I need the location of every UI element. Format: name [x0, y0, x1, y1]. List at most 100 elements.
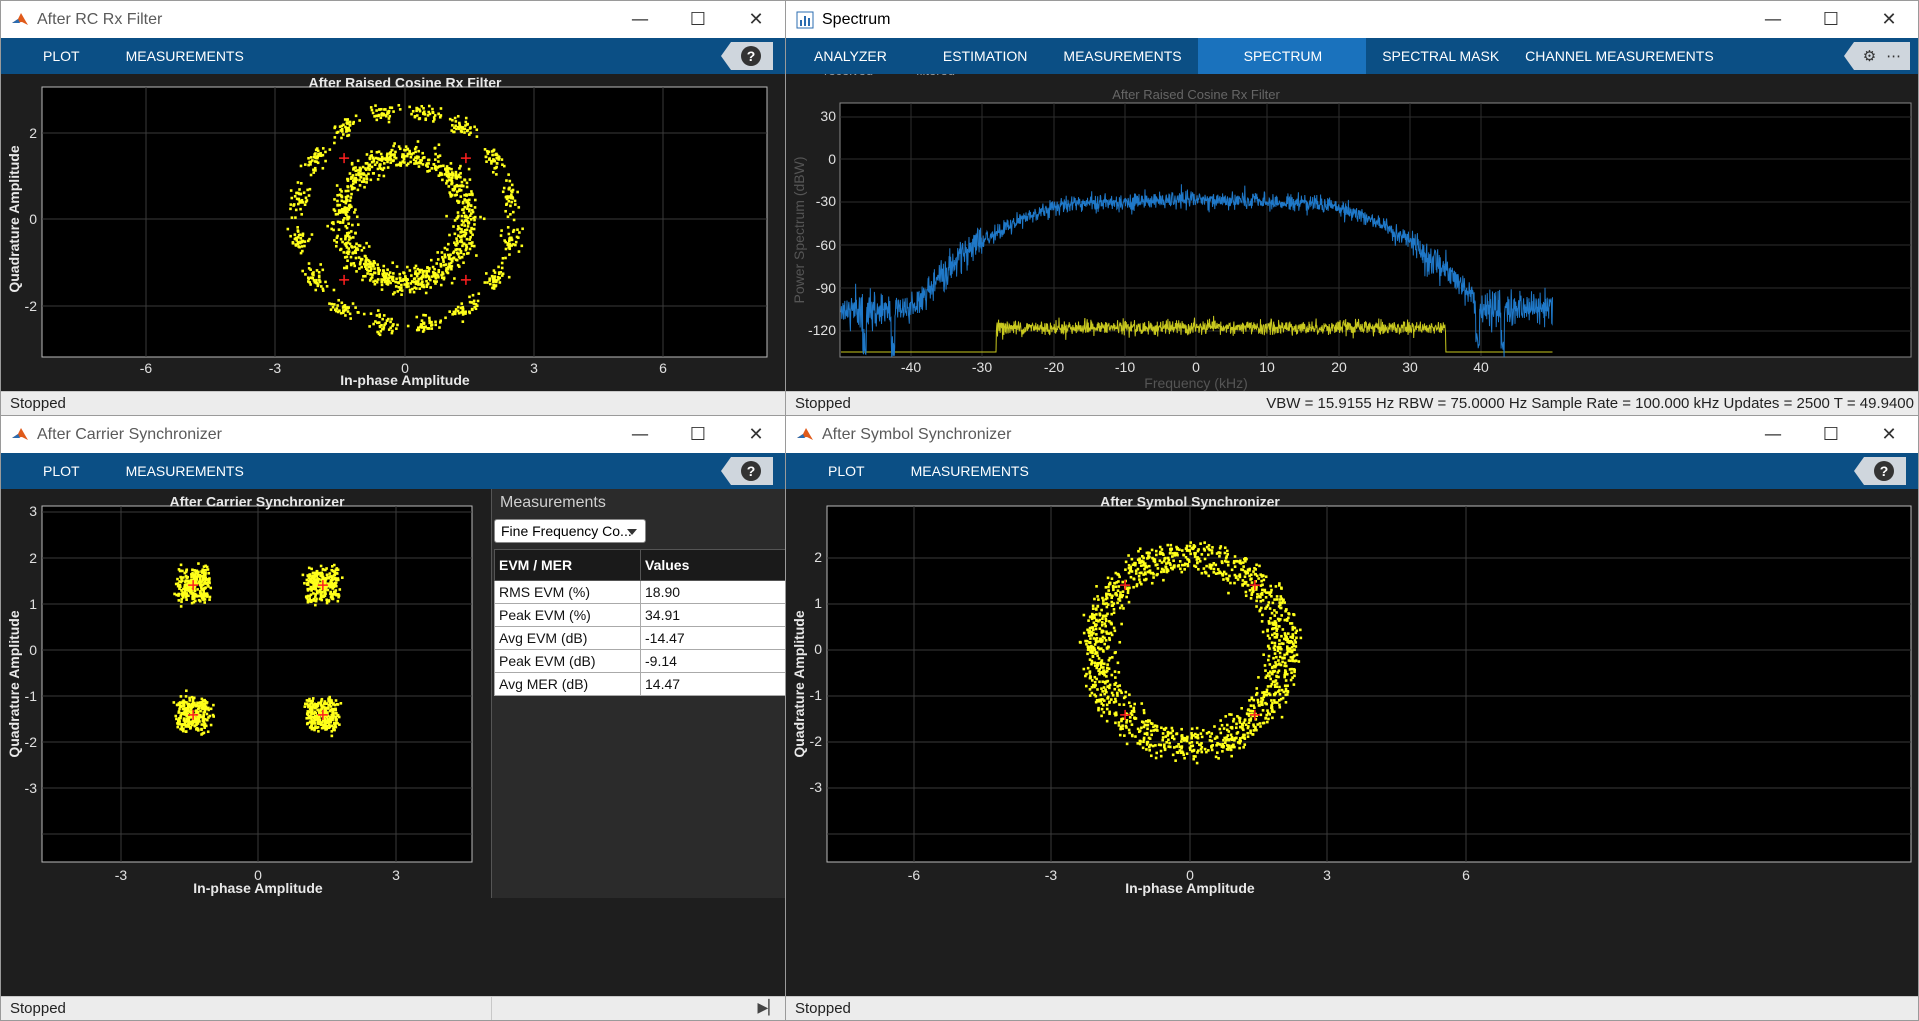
constellation-point [346, 310, 350, 313]
constellation-point [1266, 604, 1270, 607]
tab-measurements[interactable]: MEASUREMENTS [1047, 38, 1197, 74]
constellation-point [1212, 567, 1216, 571]
constellation-point [1165, 562, 1168, 565]
close-icon[interactable]: ✕ [1860, 416, 1918, 453]
legend-filtered[interactable]: filtered [916, 74, 955, 78]
titlebar[interactable]: After Symbol Synchronizer — ☐ ✕ [786, 416, 1918, 453]
settings-button[interactable]: ⚙ ⋯ [1844, 42, 1910, 70]
constellation-point [1116, 691, 1119, 695]
constellation-point [461, 320, 465, 323]
minimize-icon[interactable]: — [1744, 416, 1802, 453]
tab-estimation[interactable]: ESTIMATION [927, 38, 1048, 74]
minimize-icon[interactable]: — [611, 416, 669, 453]
minimize-icon[interactable]: — [1744, 1, 1802, 38]
constellation-point [338, 309, 341, 313]
constellation-point [293, 195, 297, 198]
constellation-point [297, 198, 300, 201]
constellation-point [512, 218, 516, 222]
titlebar[interactable]: After Carrier Synchronizer — ☐ ✕ [1, 416, 785, 453]
constellation-point [325, 727, 329, 731]
constellation-point [450, 129, 454, 132]
constellation-point [184, 595, 188, 599]
maximize-icon[interactable]: ☐ [669, 1, 727, 38]
constellation-point [1268, 593, 1272, 596]
titlebar[interactable]: Spectrum — ☐ ✕ [786, 1, 1918, 38]
close-icon[interactable]: ✕ [727, 1, 785, 38]
constellation-point [319, 152, 322, 155]
tab-measurements[interactable]: MEASUREMENTS [110, 453, 260, 489]
tab-spectrum[interactable]: SPECTRUM [1197, 38, 1367, 74]
constellation-point [1189, 541, 1192, 544]
constellation-point [340, 124, 344, 128]
tab-plot[interactable]: PLOT [1, 453, 110, 489]
constellation-point [459, 164, 462, 168]
constellation-point [387, 273, 391, 277]
constellation-point [1173, 553, 1177, 557]
constellation-point [1116, 572, 1119, 576]
constellation-point [393, 142, 396, 145]
tab-spectral-mask[interactable]: SPECTRAL MASK [1366, 38, 1509, 74]
constellation-point [349, 196, 353, 199]
maximize-icon[interactable]: ☐ [1802, 1, 1860, 38]
constellation-point [179, 605, 183, 608]
y-tick: -120 [808, 322, 836, 338]
constellation-point [1283, 633, 1287, 636]
constellation-point [1086, 666, 1090, 670]
tab-channel-measurements[interactable]: CHANNEL MEASUREMENTS [1509, 38, 1730, 74]
help-button[interactable]: ? [721, 457, 773, 485]
constellation-point [492, 148, 496, 152]
measurement-dropdown[interactable]: Fine Frequency Co... [494, 519, 646, 543]
collapse-panel-icon[interactable]: ▶▏ [757, 1000, 779, 1016]
legend-received[interactable]: received [824, 74, 873, 78]
constellation-point [1286, 690, 1290, 694]
constellation-point [1278, 655, 1282, 659]
constellation-point [1159, 743, 1163, 747]
constellation-point [410, 274, 413, 277]
y-tick: -1 [810, 687, 823, 703]
constellation-point [1120, 604, 1124, 607]
maximize-icon[interactable]: ☐ [1802, 416, 1860, 453]
close-icon[interactable]: ✕ [1860, 1, 1918, 38]
constellation-point [1226, 553, 1230, 556]
constellation-point [379, 329, 383, 333]
constellation-point [1140, 726, 1143, 730]
constellation-point [497, 265, 500, 269]
tab-analyzer[interactable]: ANALYZER [786, 38, 927, 74]
constellation-point [1176, 546, 1179, 550]
constellation-point [450, 181, 454, 185]
constellation-point [354, 232, 357, 235]
constellation-point [371, 156, 375, 160]
constellation-point [498, 281, 502, 284]
constellation-point [391, 292, 395, 296]
constellation-point [309, 160, 313, 164]
column-header[interactable]: Values [640, 549, 785, 581]
rc-filter-window: After RC Rx Filter — ☐ ✕ PLOT MEASUREMEN… [0, 0, 786, 416]
constellation-point [454, 170, 458, 174]
tab-measurements[interactable]: MEASUREMENTS [895, 453, 1045, 489]
constellation-point [201, 578, 205, 582]
constellation-point [1196, 561, 1199, 564]
constellation-point [422, 313, 425, 317]
constellation-point [1124, 690, 1128, 694]
constellation-point [1242, 745, 1245, 749]
column-header[interactable]: EVM / MER [494, 549, 641, 581]
minimize-icon[interactable]: — [611, 1, 669, 38]
constellation-point [1175, 751, 1179, 754]
help-button[interactable]: ? [721, 42, 773, 70]
titlebar[interactable]: After RC Rx Filter — ☐ ✕ [1, 1, 785, 38]
help-button[interactable]: ? [1854, 457, 1906, 485]
constellation-point [390, 106, 394, 110]
constellation-point [451, 188, 455, 192]
maximize-icon[interactable]: ☐ [669, 416, 727, 453]
constellation-point [193, 724, 197, 728]
tab-plot[interactable]: PLOT [1, 38, 110, 74]
constellation-point [340, 301, 344, 305]
close-icon[interactable]: ✕ [727, 416, 785, 453]
constellation-point [520, 244, 524, 248]
tab-measurements[interactable]: MEASUREMENTS [110, 38, 260, 74]
constellation-point [425, 279, 428, 283]
tab-plot[interactable]: PLOT [786, 453, 895, 489]
constellation-point [374, 279, 377, 283]
constellation-point [1266, 720, 1269, 724]
metric-value: 34.91 [640, 603, 785, 627]
